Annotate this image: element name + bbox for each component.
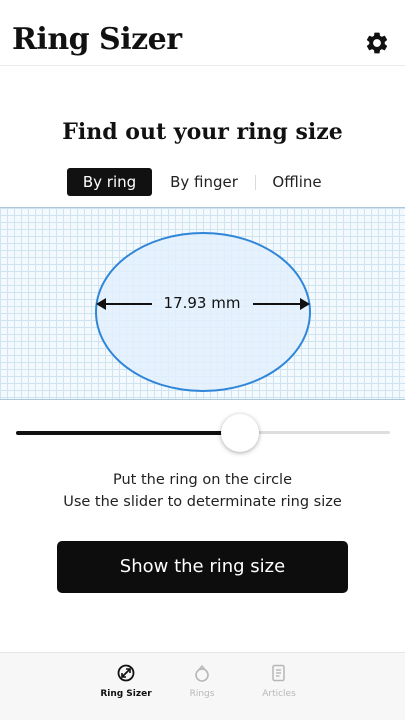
ring-icon [195,664,209,682]
size-slider-fill [16,431,241,435]
app-title: Ring Sizer [12,22,182,57]
article-icon [272,664,285,682]
gear-icon[interactable] [364,30,390,56]
page-headline: Find out your ring size [62,119,343,145]
top-bar: Ring Sizer [0,0,405,66]
diameter-line-left [104,303,152,305]
nav-item-articles[interactable]: Articles [224,653,334,720]
instruction-line-2: Use the slider to determinate ring size [63,494,342,510]
mode-tabs: By ring By finger Offline [0,168,405,196]
diameter-readout: 17.93 mm [163,294,241,312]
show-ring-size-button[interactable]: Show the ring size [57,541,348,593]
arrow-right-icon [300,298,310,310]
measurement-grid: 17.93 mm [0,207,405,400]
size-slider-thumb[interactable] [221,414,260,452]
ring-circle [95,232,311,392]
instruction-line-1: Put the ring on the circle [112,472,292,488]
tab-offline[interactable]: Offline [263,168,331,196]
tab-divider [255,175,256,190]
tab-by-finger[interactable]: By finger [160,168,248,196]
bottom-nav: Ring Sizer Rings Articles [0,652,405,720]
tab-by-ring[interactable]: By ring [67,168,152,196]
diameter-line-right [253,303,301,305]
nav-label-articles: Articles [262,689,296,699]
ring-measure-icon [117,664,135,682]
